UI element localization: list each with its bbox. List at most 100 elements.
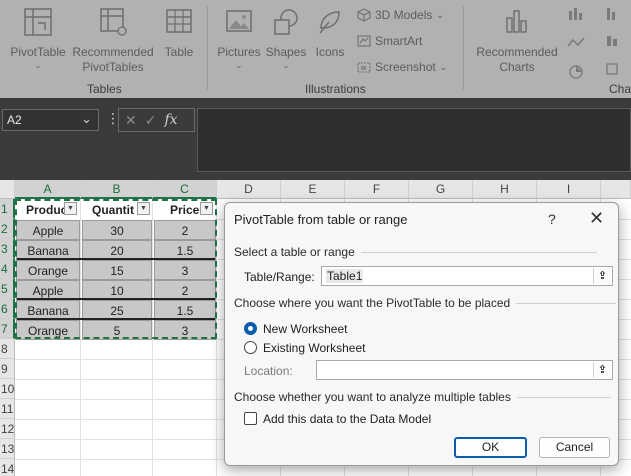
table-cell[interactable]: Apple bbox=[16, 220, 80, 240]
data-model-label[interactable]: Add this data to the Data Model bbox=[263, 412, 431, 426]
divider bbox=[360, 252, 597, 254]
shapes-button[interactable]: Shapes ⌄ bbox=[264, 6, 308, 70]
row-header[interactable]: 4 bbox=[0, 259, 15, 279]
recommended-pivottables-button[interactable]: Recommended PivotTables bbox=[71, 6, 155, 75]
close-icon[interactable]: ✕ bbox=[589, 208, 604, 228]
collapse-dialog-icon[interactable]: ⇪ bbox=[593, 268, 611, 284]
chart-types-icons[interactable] bbox=[566, 6, 590, 86]
section-select-range: Select a table or range bbox=[234, 245, 597, 259]
location-label: Location: bbox=[244, 364, 293, 378]
table-cell[interactable]: 2 bbox=[154, 220, 216, 240]
table-cell[interactable]: 20 bbox=[82, 240, 152, 260]
recommended-charts-icon bbox=[506, 10, 527, 33]
table-button[interactable]: Table bbox=[160, 6, 198, 60]
column-header-g[interactable]: G bbox=[409, 180, 473, 199]
icons-icon bbox=[319, 11, 340, 34]
column-header-c[interactable]: C bbox=[153, 180, 217, 199]
location-input[interactable]: ⇪ bbox=[316, 360, 613, 380]
row-header[interactable]: 3 bbox=[0, 239, 15, 259]
cube-icon bbox=[357, 8, 371, 22]
table-cell[interactable]: 5 bbox=[82, 320, 152, 340]
column-header-f[interactable]: F bbox=[345, 180, 409, 199]
row-header[interactable]: 10 bbox=[0, 379, 15, 399]
row-header[interactable]: 11 bbox=[0, 399, 15, 419]
table-range-input[interactable]: Table1 ⇪ bbox=[321, 266, 613, 286]
column-header-e[interactable]: E bbox=[281, 180, 345, 199]
3d-models-button[interactable]: 3D Models ⌄ bbox=[357, 8, 444, 22]
insert-function-button[interactable]: fx bbox=[164, 112, 177, 128]
row-header[interactable]: 2 bbox=[0, 219, 15, 239]
name-box[interactable]: A2 ⌄ bbox=[2, 109, 99, 131]
chevron-down-icon: ⌄ bbox=[439, 61, 448, 72]
tables-group-label: Tables bbox=[87, 82, 122, 96]
ribbon: PivotTable ⌄ Recommended PivotTables Tab… bbox=[0, 0, 631, 98]
filter-dropdown-icon[interactable]: ▼ bbox=[64, 202, 77, 215]
recommended-charts-button[interactable]: Recommended Charts bbox=[474, 6, 560, 75]
chevron-down-icon: ⌄ bbox=[282, 60, 290, 70]
formula-input[interactable] bbox=[197, 108, 631, 172]
row-header[interactable]: 7 bbox=[0, 319, 15, 339]
row-header[interactable]: 5 bbox=[0, 279, 15, 299]
existing-worksheet-label[interactable]: Existing Worksheet bbox=[263, 341, 366, 355]
new-worksheet-label[interactable]: New Worksheet bbox=[263, 322, 347, 336]
table-cell[interactable]: 1.5 bbox=[154, 240, 216, 260]
filter-dropdown-icon[interactable]: ▼ bbox=[137, 202, 150, 215]
section-multi-label: Choose whether you want to analyze multi… bbox=[234, 390, 511, 404]
table-cell[interactable]: Orange bbox=[16, 260, 80, 280]
table-cell[interactable]: 10 bbox=[82, 280, 152, 300]
screenshot-button[interactable]: Screenshot ⌄ bbox=[357, 60, 447, 74]
table-cell[interactable]: Banana bbox=[16, 240, 80, 260]
column-header-h[interactable]: H bbox=[473, 180, 537, 199]
existing-worksheet-radio[interactable] bbox=[244, 341, 257, 354]
table-range-value: Table1 bbox=[326, 269, 364, 283]
icons-button[interactable]: Icons bbox=[310, 6, 350, 60]
table-cell[interactable]: 25 bbox=[82, 300, 152, 320]
chart-types-icons-2[interactable] bbox=[604, 6, 631, 86]
table-cell[interactable]: 15 bbox=[82, 260, 152, 280]
column-header-b[interactable]: B bbox=[81, 180, 153, 199]
header-cell-label: Price bbox=[170, 203, 200, 217]
table-cell[interactable]: 2 bbox=[154, 280, 216, 300]
cancel-button[interactable]: Cancel bbox=[539, 437, 610, 458]
section-placement: Choose where you want the PivotTable to … bbox=[234, 296, 617, 310]
table-cell[interactable]: 3 bbox=[154, 260, 216, 280]
table-cell[interactable]: 3 bbox=[154, 320, 216, 340]
row-header[interactable]: 9 bbox=[0, 359, 15, 379]
group-separator bbox=[207, 6, 208, 90]
screenshot-label: Screenshot bbox=[375, 60, 436, 74]
pictures-label: Pictures bbox=[217, 45, 261, 59]
confirm-entry-icon[interactable]: ✓ bbox=[145, 112, 157, 129]
cancel-entry-icon[interactable]: ✕ bbox=[125, 112, 137, 129]
gridline bbox=[216, 199, 217, 476]
pictures-button[interactable]: Pictures ⌄ bbox=[216, 6, 262, 70]
help-icon[interactable]: ? bbox=[548, 211, 556, 227]
new-worksheet-radio[interactable] bbox=[244, 322, 257, 335]
smartart-button[interactable]: SmartArt bbox=[357, 34, 422, 48]
row-header[interactable]: 6 bbox=[0, 299, 15, 319]
row-header[interactable]: 12 bbox=[0, 419, 15, 439]
row-header[interactable]: 14 bbox=[0, 459, 15, 476]
gridline bbox=[80, 199, 81, 476]
filter-dropdown-icon[interactable]: ▼ bbox=[200, 202, 213, 215]
table-cell[interactable]: 30 bbox=[82, 220, 152, 240]
column-header-a[interactable]: A bbox=[15, 180, 81, 199]
row-header[interactable]: 13 bbox=[0, 439, 15, 459]
pivottable-button[interactable]: PivotTable ⌄ bbox=[8, 6, 68, 70]
column-header-i[interactable]: I bbox=[537, 180, 601, 199]
chevron-down-icon[interactable]: ⌄ bbox=[81, 111, 92, 127]
collapse-dialog-icon[interactable]: ⇪ bbox=[593, 362, 611, 378]
ok-button[interactable]: OK bbox=[454, 437, 527, 458]
data-model-checkbox[interactable] bbox=[244, 412, 257, 425]
row-header[interactable]: 8 bbox=[0, 339, 15, 359]
column-header-d[interactable]: D bbox=[217, 180, 281, 199]
recommended-pivottables-icon bbox=[100, 8, 127, 36]
row-header[interactable]: 1 bbox=[0, 199, 15, 219]
table-cell[interactable]: Apple bbox=[16, 280, 80, 300]
select-all-corner[interactable] bbox=[0, 180, 15, 199]
column-header-j[interactable] bbox=[601, 180, 631, 199]
table-range-label: Table/Range: bbox=[244, 270, 315, 284]
smartart-icon bbox=[357, 35, 371, 47]
table-cell[interactable]: Banana bbox=[16, 300, 80, 320]
table-cell[interactable]: Orange bbox=[16, 320, 80, 340]
table-cell[interactable]: 1.5 bbox=[154, 300, 216, 320]
